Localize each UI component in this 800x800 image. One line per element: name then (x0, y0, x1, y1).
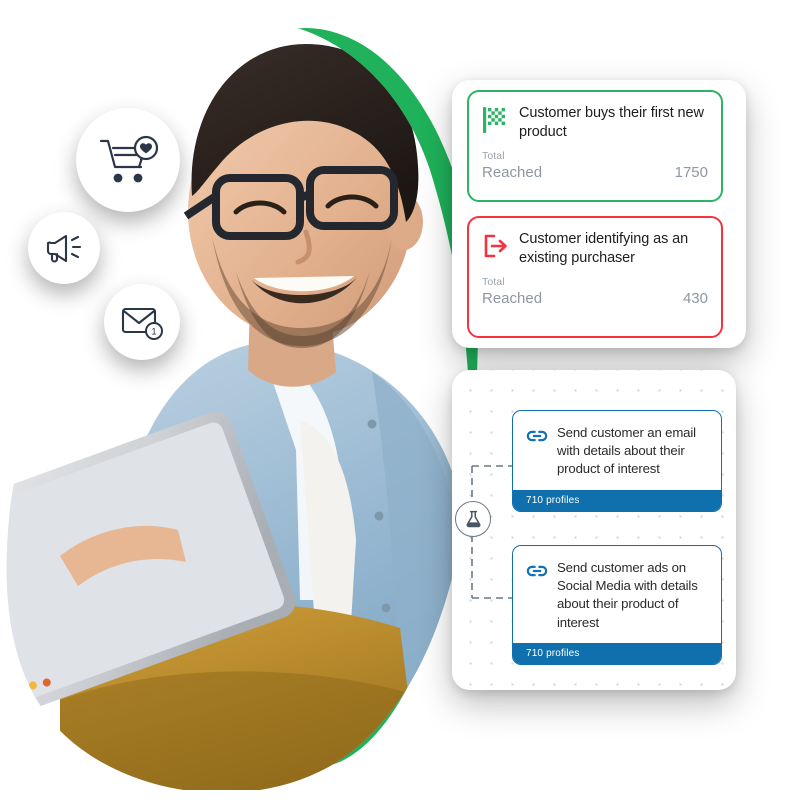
flow-step-card[interactable]: Send customer an email with details abou… (512, 410, 722, 512)
trigger-metric-value: 430 (682, 289, 708, 307)
trigger-title: Customer buys their first new product (519, 105, 704, 141)
flow-step-card[interactable]: Send customer ads on Social Media with d… (512, 545, 722, 665)
hero-photo (0, 0, 470, 790)
flow-panel: Send customer an email with details abou… (452, 370, 736, 690)
link-icon (526, 430, 548, 442)
trigger-total-label: Total (482, 276, 505, 289)
checkered-flag-icon (483, 107, 505, 133)
trigger-title: Customer identifying as an existing purc… (519, 231, 689, 267)
envelope-badge-icon: 1 (121, 307, 163, 340)
flow-step-text: Send customer an email with details abou… (557, 425, 696, 477)
trigger-metric-value: 1750 (674, 163, 708, 181)
megaphone-icon (46, 234, 82, 263)
triggers-panel: Customer buys their first new product To… (452, 80, 746, 348)
trigger-total-label: Total (482, 150, 505, 163)
cart-heart-badge[interactable]: Shopping cart with heart (76, 108, 180, 212)
flow-step-text: Send customer ads on Social Media with d… (557, 560, 698, 630)
trigger-metric-row: Reached 430 (482, 290, 708, 307)
flow-step-profiles: 710 profiles (513, 642, 721, 664)
trigger-metric-label: Reached (482, 289, 543, 307)
split-test-node[interactable] (455, 501, 491, 537)
flow-step-profiles: 710 profiles (513, 489, 721, 511)
flask-icon (465, 510, 481, 528)
trigger-stats: Total Reached 1750 (482, 151, 708, 181)
envelope-badge[interactable]: 1 1 (104, 284, 180, 360)
trigger-metric-row: Reached 1750 (482, 164, 708, 181)
trigger-header: Customer identifying as an existing purc… (482, 230, 708, 268)
trigger-metric-label: Reached (482, 163, 543, 181)
link-icon (526, 565, 548, 577)
flow-step-body: Send customer ads on Social Media with d… (513, 546, 721, 643)
flow-step-body: Send customer an email with details abou… (513, 411, 721, 490)
trigger-stats: Total Reached 430 (482, 277, 708, 307)
cart-heart-icon (99, 135, 159, 183)
exit-arrow-icon (484, 234, 507, 258)
svg-text:1: 1 (151, 327, 156, 338)
trigger-card[interactable]: Customer identifying as an existing purc… (467, 216, 723, 338)
trigger-card[interactable]: Customer buys their first new product To… (467, 90, 723, 202)
megaphone-badge[interactable]: Megaphone (28, 212, 100, 284)
trigger-header: Customer buys their first new product (482, 104, 708, 142)
scene-root: Shopping cart with heart Megaphone 1 1 (0, 0, 800, 800)
